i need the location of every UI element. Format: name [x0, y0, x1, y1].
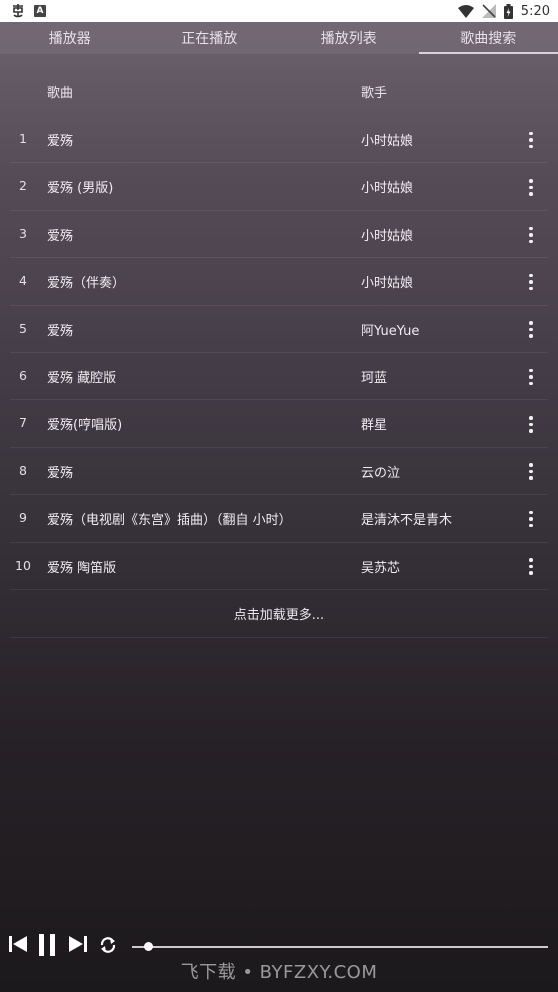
song-number: 5 [19, 320, 27, 336]
song-number: 8 [19, 462, 27, 478]
song-row[interactable]: 8 爱殇 云の泣 [10, 448, 548, 496]
watermark: 飞下载 • BYFZXY.COM [180, 962, 378, 983]
song-number: 3 [19, 225, 27, 241]
song-number: 9 [19, 510, 27, 526]
song-row[interactable]: 1 爱殇 小时姑娘 [10, 116, 548, 164]
song-row[interactable]: 9 爱殇（电视剧《东宫》插曲）（翻自 小时） 是清沐不是青木 [10, 495, 548, 543]
song-artist: 阿YueYue [361, 323, 420, 339]
song-artist: 小时姑娘 [361, 228, 414, 244]
song-row[interactable]: 5 爱殇 阿YueYue [10, 306, 548, 353]
list-header: 歌曲 歌手 [0, 67, 558, 113]
more-options-icon[interactable] [522, 414, 540, 434]
song-title: 爱殇 [47, 465, 74, 481]
tab-song-search[interactable]: 歌曲搜索 [418, 22, 558, 54]
song-artist: 珂蓝 [361, 370, 388, 386]
song-artist: 云の泣 [361, 465, 401, 481]
song-number: 4 [19, 273, 27, 289]
more-options-icon[interactable] [522, 320, 540, 340]
more-options-icon[interactable] [522, 462, 540, 482]
song-number: 1 [19, 131, 27, 146]
song-artist: 是清沐不是青木 [361, 513, 453, 529]
song-row[interactable]: 3 爱殇 小时姑娘 [10, 211, 548, 259]
song-row[interactable]: 2 爱殇 (男版) 小时姑娘 [10, 163, 548, 211]
song-title: 爱殇 (男版) [47, 181, 114, 197]
progress-thumb[interactable] [144, 942, 154, 951]
song-number: 6 [19, 367, 27, 383]
song-number: 2 [19, 178, 27, 194]
tab-bar: 播放器 正在播放 播放列表 歌曲搜索 [0, 22, 558, 54]
song-title: 爱殇 [47, 228, 74, 244]
no-signal-icon [481, 4, 496, 18]
song-artist: 吴苏芯 [361, 560, 401, 576]
song-title: 爱殇(哼唱版) [47, 418, 123, 434]
next-icon[interactable] [68, 934, 88, 954]
app-logo-icon [10, 3, 26, 19]
song-artist: 群星 [361, 418, 388, 434]
song-list: 1 爱殇 小时姑娘 2 爱殇 (男版) 小时姑娘 3 爱殇 小时姑娘 4 爱殇（… [0, 116, 558, 590]
more-options-icon[interactable] [522, 272, 540, 292]
song-artist: 小时姑娘 [361, 181, 414, 197]
more-options-icon[interactable] [522, 557, 540, 577]
more-options-icon[interactable] [522, 225, 540, 245]
song-title: 爱殇（伴奏） [47, 276, 126, 292]
header-song: 歌曲 [47, 86, 74, 101]
header-artist: 歌手 [361, 86, 388, 101]
tab-player[interactable]: 播放器 [0, 22, 140, 54]
song-artist: 小时姑娘 [361, 276, 414, 292]
tab-now-playing[interactable]: 正在播放 [140, 22, 280, 54]
song-artist: 小时姑娘 [361, 134, 414, 149]
keyboard-a-icon: A [34, 5, 46, 17]
song-row[interactable]: 4 爱殇（伴奏） 小时姑娘 [10, 258, 548, 306]
repeat-icon[interactable] [97, 934, 119, 956]
load-more-button[interactable]: 点击加载更多... [10, 590, 548, 638]
tab-playlist[interactable]: 播放列表 [279, 22, 419, 54]
more-options-icon[interactable] [522, 509, 540, 529]
more-options-icon[interactable] [522, 130, 540, 150]
song-row[interactable]: 6 爱殇 藏腔版 珂蓝 [10, 353, 548, 401]
progress-track[interactable] [132, 945, 548, 948]
song-title: 爱殇 陶笛版 [47, 560, 117, 576]
previous-icon[interactable] [8, 934, 28, 954]
song-row[interactable]: 10 爱殇 陶笛版 吴苏芯 [10, 543, 548, 590]
song-title: 爱殇 [47, 134, 74, 149]
song-number: 10 [15, 557, 31, 573]
more-options-icon[interactable] [522, 177, 540, 197]
status-bar: A 5:20 [0, 0, 558, 22]
wifi-icon [457, 4, 474, 18]
song-title: 爱殇（电视剧《东宫》插曲）（翻自 小时） [47, 513, 292, 529]
song-row[interactable]: 7 爱殇(哼唱版) 群星 [10, 400, 548, 448]
pause-icon[interactable] [38, 934, 56, 956]
song-title: 爱殇 藏腔版 [47, 370, 117, 386]
clock: 5:20 [520, 3, 550, 19]
more-options-icon[interactable] [522, 367, 540, 387]
song-title: 爱殇 [47, 323, 74, 339]
song-number: 7 [19, 415, 27, 431]
battery-icon [503, 3, 513, 19]
